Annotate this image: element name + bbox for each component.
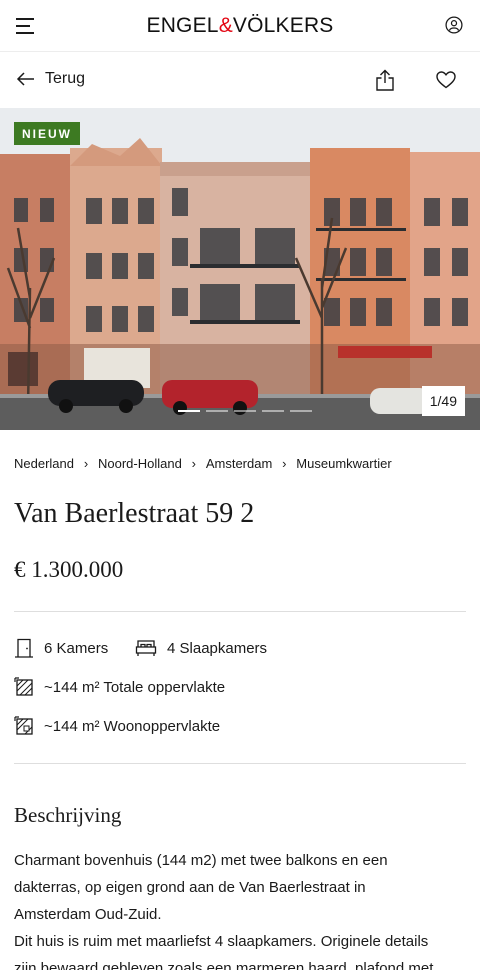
description-heading: Beschrijving [14, 803, 122, 827]
description-line: Dit huis is ruim met maarliefst 4 slaapk… [14, 933, 429, 950]
gallery-dot-5[interactable] [290, 410, 312, 412]
breadcrumb-country[interactable]: Nederland [14, 456, 74, 471]
description-line: dakterras, op eigen grond aan de Van Bae… [14, 879, 366, 896]
gallery-dot-4[interactable] [262, 410, 284, 412]
breadcrumb-neighborhood[interactable]: Museumkwartier [296, 456, 391, 471]
fact-total-area-label: ~144 m² Totale oppervlakte [44, 678, 226, 696]
property-photo [0, 108, 480, 430]
property-photo-gallery[interactable]: NIEUW 1/49 [0, 108, 480, 430]
bed-icon [135, 640, 157, 656]
gallery-dot-2[interactable] [206, 410, 228, 412]
heart-icon[interactable] [436, 71, 456, 89]
divider [14, 611, 466, 612]
fact-total-area: ~144 m² Totale oppervlakte [14, 677, 225, 697]
fact-living-area-label: ~144 m² Woonoppervlakte [44, 717, 221, 735]
fact-bedrooms-label: 4 Slaapkamers [167, 639, 268, 657]
chevron-right-icon: › [282, 456, 287, 471]
breadcrumb: Nederland › Noord-Holland › Amsterdam › … [14, 456, 392, 471]
new-listing-badge: NIEUW [14, 122, 80, 145]
fact-rooms: 6 Kamers [14, 638, 108, 658]
brand-logo[interactable]: ENGEL&VÖLKERS [146, 14, 333, 38]
site-header: ENGEL&VÖLKERS [0, 0, 480, 52]
living-area-icon [14, 716, 33, 735]
arrow-left-icon [16, 72, 34, 86]
photo-counter: 1/49 [421, 386, 465, 416]
description-line: Charmant bovenhuis (144 m2) met twee bal… [14, 852, 388, 869]
door-icon [15, 638, 33, 658]
fact-living-area: ~144 m² Woonoppervlakte [14, 716, 220, 736]
gallery-dot-3[interactable] [234, 410, 256, 412]
breadcrumb-province[interactable]: Noord-Holland [98, 456, 182, 471]
gallery-pagination [178, 410, 312, 412]
share-icon[interactable] [375, 69, 395, 91]
chevron-right-icon: › [83, 456, 89, 471]
hamburger-menu-icon[interactable] [16, 17, 34, 34]
listing-action-bar: Terug [0, 52, 480, 108]
chevron-right-icon: › [191, 456, 196, 471]
back-button[interactable]: Terug [16, 70, 85, 88]
breadcrumb-city[interactable]: Amsterdam [206, 456, 272, 471]
description-line: zijn bewaard gebleven zoals een marmeren… [14, 960, 434, 970]
listing-title: Van Baerlestraat 59 2 [14, 498, 255, 529]
gallery-dot-1[interactable] [178, 410, 200, 412]
fact-bedrooms: 4 Slaapkamers [135, 638, 267, 658]
description-line: Amsterdam Oud-Zuid. [14, 906, 162, 923]
back-label: Terug [45, 70, 86, 87]
fact-rooms-label: 6 Kamers [44, 639, 109, 657]
user-account-icon[interactable] [445, 16, 463, 34]
floor-plan-icon [14, 677, 33, 696]
description-text: Charmant bovenhuis (144 m2) met twee bal… [14, 847, 466, 970]
listing-price: € 1.300.000 [14, 557, 124, 582]
divider [14, 763, 466, 764]
